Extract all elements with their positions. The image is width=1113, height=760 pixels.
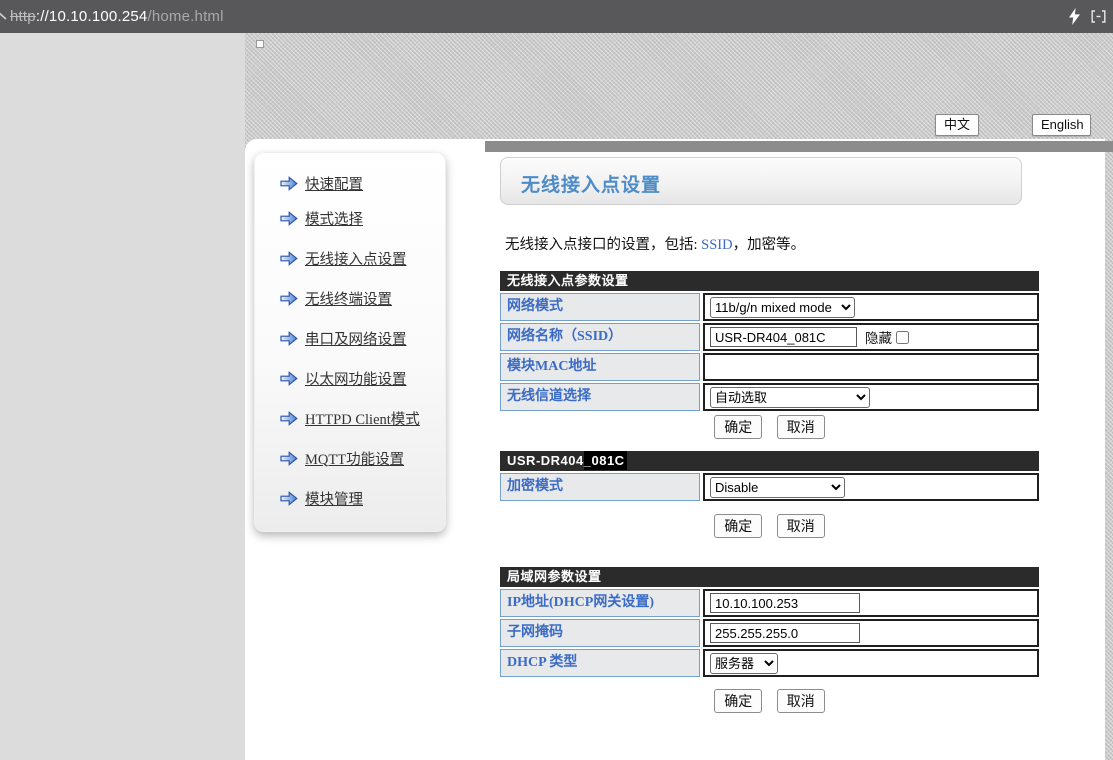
ssid-suffix-text: _081C	[584, 451, 627, 470]
subnet-mask-input[interactable]	[710, 623, 860, 643]
url-host: ://10.10.100.254	[36, 8, 148, 25]
dhcp-type-select[interactable]: 服务器	[710, 653, 778, 674]
ok-button[interactable]: 确定	[714, 415, 762, 439]
sidebar-link[interactable]: 无线终端设置	[305, 288, 392, 309]
ssid-cell: 隐藏	[703, 323, 1039, 351]
cancel-button[interactable]: 取消	[777, 689, 825, 713]
table-row: 加密模式 Disable	[500, 473, 1039, 501]
url-path: /home.html	[147, 8, 223, 25]
ok-button[interactable]: 确定	[714, 689, 762, 713]
channel-cell: 自动选取	[703, 383, 1039, 411]
page-left-margin	[0, 33, 245, 760]
lan-params-table: 局域网参数设置 IP地址(DHCP网关设置) 子网掩码 DHCP 类型 服务器	[500, 567, 1039, 677]
ip-address-cell	[703, 589, 1039, 617]
sidebar-link[interactable]: 无线接入点设置	[305, 248, 407, 269]
arrow-right-icon	[280, 491, 298, 506]
arrow-right-icon	[280, 176, 298, 191]
arrow-right-icon	[280, 371, 298, 386]
sidebar-item-httpd-client[interactable]: HTTPD Client模式	[280, 408, 420, 428]
security-table: USR-DR404_081C 加密模式 Disable	[500, 451, 1039, 501]
encryption-mode-select[interactable]: Disable	[710, 477, 845, 498]
security-table-header: USR-DR404_081C	[500, 451, 1039, 471]
encryption-mode-cell: Disable	[703, 473, 1039, 501]
hide-ssid-checkbox[interactable]	[896, 331, 909, 344]
lang-english-button[interactable]: English	[1032, 114, 1091, 136]
arrow-right-icon	[280, 411, 298, 426]
table-row: 无线信道选择 自动选取	[500, 383, 1039, 411]
sidebar-item-wireless-ap[interactable]: 无线接入点设置	[280, 248, 407, 268]
sidebar-link[interactable]: 以太网功能设置	[305, 368, 407, 389]
lan-buttons: 确定 取消	[500, 689, 1039, 713]
table-row: 网络模式 11b/g/n mixed mode	[500, 293, 1039, 321]
network-mode-select[interactable]: 11b/g/n mixed mode	[710, 297, 855, 318]
page-title-box: 无线接入点设置	[500, 157, 1022, 205]
sidebar-link[interactable]: 串口及网络设置	[305, 328, 407, 349]
sidebar-link[interactable]: 快速配置	[305, 173, 363, 194]
sidebar-menu: 快速配置 模式选择 无线接入点设置 无线终端设置 串口及网络设置 以太网功能设置…	[254, 152, 446, 532]
page-description: 无线接入点接口的设置，包括: SSID，加密等。	[505, 233, 805, 254]
description-text-suffix: ，加密等。	[733, 237, 806, 253]
ssid-input[interactable]	[710, 327, 857, 347]
ok-button[interactable]: 确定	[714, 514, 762, 538]
sidebar-link[interactable]: HTTPD Client模式	[305, 408, 420, 429]
ip-address-input[interactable]	[710, 593, 860, 613]
browser-address-bar[interactable]: http://10.10.100.254/home.html	[0, 0, 1113, 33]
sidebar-item-mode-select[interactable]: 模式选择	[280, 208, 363, 228]
ssid-name-text: USR-DR404	[507, 453, 584, 468]
sidebar-item-quick-config[interactable]: 快速配置	[280, 173, 363, 193]
mac-address-label: 模块MAC地址	[500, 353, 700, 381]
table-row: 模块MAC地址	[500, 353, 1039, 381]
screen: http://10.10.100.254/home.html 中文 Englis…	[0, 0, 1113, 760]
sidebar-item-wireless-sta[interactable]: 无线终端设置	[280, 288, 392, 308]
sidebar-link[interactable]: 模块管理	[305, 488, 363, 509]
encryption-mode-label: 加密模式	[500, 473, 700, 501]
arrow-right-icon	[280, 291, 298, 306]
description-text: 无线接入点接口的设置，包括:	[505, 237, 701, 253]
subnet-mask-label: 子网掩码	[500, 619, 700, 647]
broken-image-icon	[256, 40, 264, 48]
channel-label: 无线信道选择	[500, 383, 700, 411]
network-mode-cell: 11b/g/n mixed mode	[703, 293, 1039, 321]
ssid-label: 网络名称（SSID）	[500, 323, 700, 351]
cancel-button[interactable]: 取消	[777, 514, 825, 538]
sidebar-link[interactable]: MQTT功能设置	[305, 448, 404, 469]
arrow-right-icon	[280, 331, 298, 346]
dhcp-type-cell: 服务器	[703, 649, 1039, 677]
table-row: DHCP 类型 服务器	[500, 649, 1039, 677]
description-ssid: SSID	[701, 237, 732, 253]
dhcp-type-label: DHCP 类型	[500, 649, 700, 677]
url-scheme: http	[10, 8, 36, 25]
partial-icon	[0, 10, 9, 22]
sidebar-item-module-mgmt[interactable]: 模块管理	[280, 488, 363, 508]
ip-address-label: IP地址(DHCP网关设置)	[500, 589, 700, 617]
table-row: 子网掩码	[500, 619, 1039, 647]
channel-select[interactable]: 自动选取	[710, 387, 870, 408]
mac-address-cell	[703, 353, 1039, 381]
security-buttons: 确定 取消	[500, 514, 1039, 538]
page-title: 无线接入点设置	[521, 170, 661, 197]
subnet-mask-cell	[703, 619, 1039, 647]
network-mode-label: 网络模式	[500, 293, 700, 321]
arrow-right-icon	[280, 451, 298, 466]
cancel-button[interactable]: 取消	[777, 415, 825, 439]
arrow-right-icon	[280, 251, 298, 266]
header-divider-bar	[485, 141, 1113, 152]
sidebar-item-mqtt[interactable]: MQTT功能设置	[280, 448, 404, 468]
lang-chinese-button[interactable]: 中文	[935, 114, 979, 136]
ap-buttons: 确定 取消	[500, 415, 1039, 439]
lan-table-header: 局域网参数设置	[500, 567, 1039, 587]
sidebar-item-serial-network[interactable]: 串口及网络设置	[280, 328, 407, 348]
table-row: IP地址(DHCP网关设置)	[500, 589, 1039, 617]
fullscreen-icon[interactable]	[1091, 10, 1106, 23]
url-text[interactable]: http://10.10.100.254/home.html	[10, 0, 224, 33]
hide-ssid-label: 隐藏	[865, 327, 892, 347]
ap-table-header: 无线接入点参数设置	[500, 271, 1039, 291]
lightning-icon[interactable]	[1068, 8, 1081, 25]
ap-params-table: 无线接入点参数设置 网络模式 11b/g/n mixed mode 网络名称（S…	[500, 271, 1039, 411]
sidebar-link[interactable]: 模式选择	[305, 208, 363, 229]
sidebar-item-ethernet[interactable]: 以太网功能设置	[280, 368, 407, 388]
table-row: 网络名称（SSID） 隐藏	[500, 323, 1039, 351]
arrow-right-icon	[280, 211, 298, 226]
